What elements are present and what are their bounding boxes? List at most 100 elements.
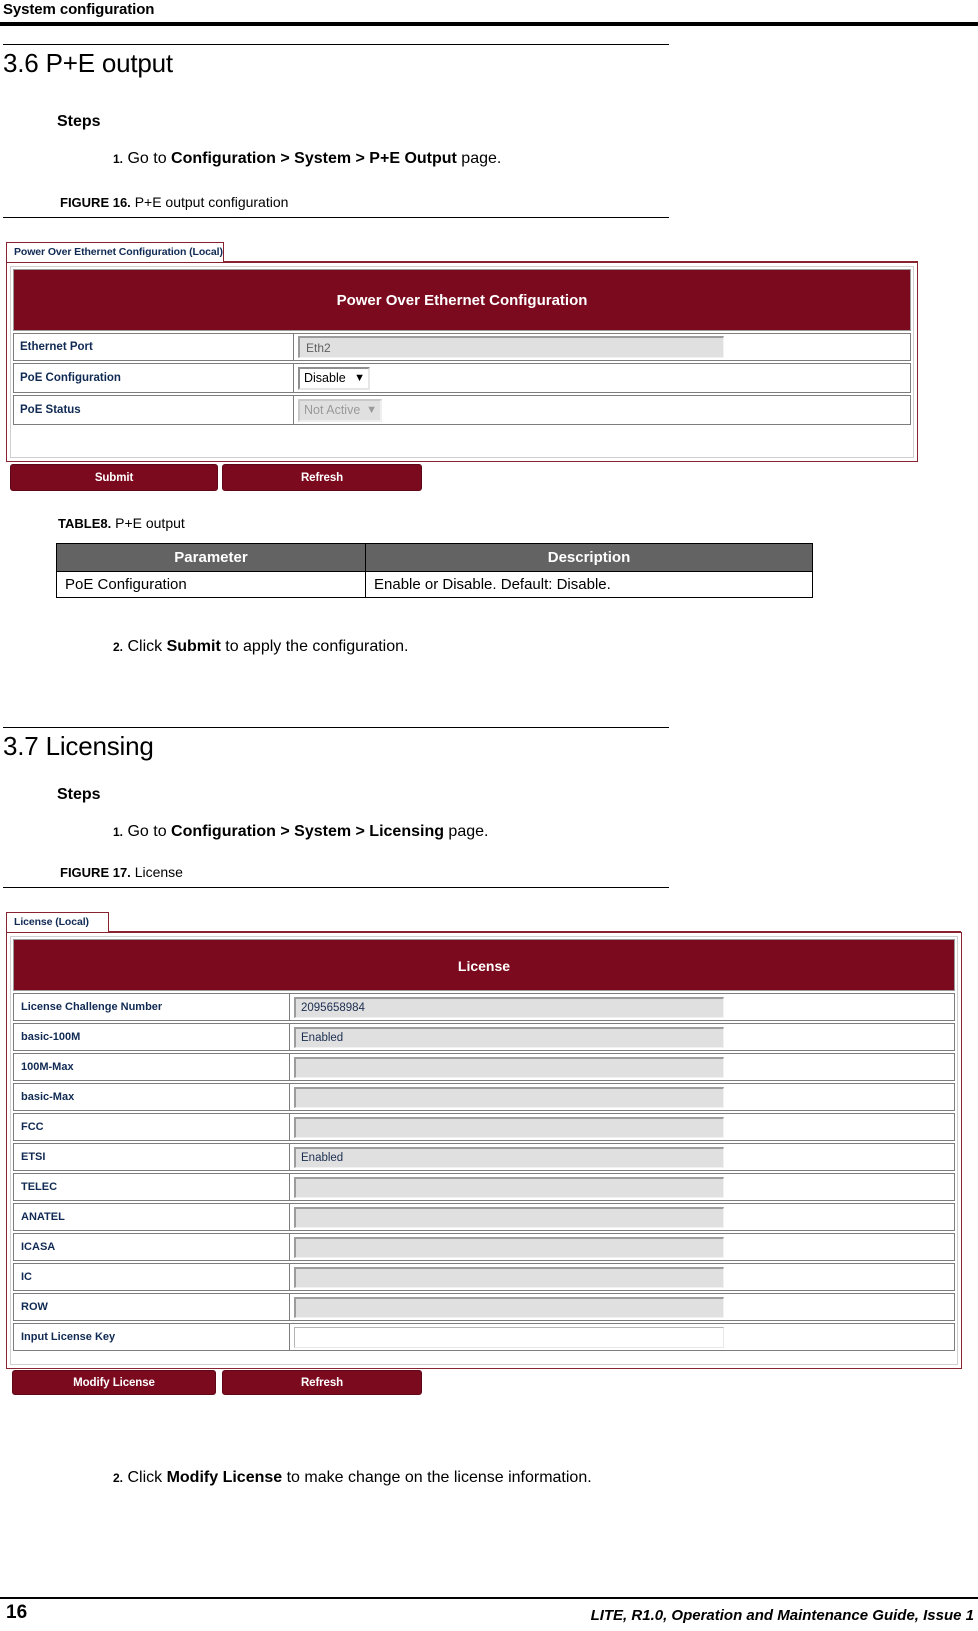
license-value-anatel (290, 1204, 954, 1230)
poe-value-ethernet-port: Eth2 (294, 334, 910, 360)
section-title-36: 3.6 P+E output (3, 48, 173, 79)
license-label-anatel: ANATEL (14, 1204, 290, 1230)
poe-label-ethernet-port: Ethernet Port (14, 334, 294, 360)
poe-panel-inner: Power Over Ethernet Configuration Ethern… (10, 266, 914, 458)
license-row-telec: TELEC (13, 1173, 955, 1201)
poe-parameter-table: Parameter Description PoE Configuration … (56, 543, 813, 598)
chevron-down-icon: ▼ (366, 403, 377, 416)
license-label-basic-100m: basic-100M (14, 1024, 290, 1050)
figure-caption-17: FIGURE 17. License (60, 864, 183, 880)
step-text-post: page. (456, 150, 502, 167)
poe-value-poe-configuration: Disable ▼ (294, 364, 910, 392)
column-header-parameter: Parameter (56, 543, 366, 572)
tab-power-over-ethernet-configuration[interactable]: Power Over Ethernet Configuration (Local… (6, 242, 224, 262)
cell-parameter: PoE Configuration (56, 571, 366, 598)
poe-label-poe-configuration: PoE Configuration (14, 364, 294, 392)
license-panel: License License Challenge Number 2095658… (6, 932, 962, 1369)
license-value-row (290, 1294, 954, 1320)
poe-row-poe-status: PoE Status Not Active ▼ (13, 395, 911, 425)
license-value-icasa (290, 1234, 954, 1260)
icasa-input (294, 1236, 724, 1258)
section-title-37: 3.7 Licensing (3, 731, 154, 762)
table-caption-8: TABLE8. P+E output (58, 515, 185, 531)
table-label: TABLE8. (58, 516, 112, 531)
input-license-key-field[interactable] (294, 1326, 724, 1348)
license-label-basic-max: basic-Max (14, 1084, 290, 1110)
license-row-etsi: ETSI Enabled (13, 1143, 955, 1171)
license-figure: License (Local) License License Challeng… (6, 912, 966, 1397)
poe-panel: Power Over Ethernet Configuration Ethern… (6, 262, 918, 462)
license-value-basic-100m: Enabled (290, 1024, 954, 1050)
license-row-input-license-key: Input License Key (13, 1323, 955, 1351)
tab-label: Power Over Ethernet Configuration (Local… (14, 246, 223, 258)
license-row-fcc: FCC (13, 1113, 955, 1141)
step-1-36: 1. Go to Configuration > System > P+E Ou… (113, 149, 501, 169)
license-panel-inner: License License Challenge Number 2095658… (10, 936, 958, 1365)
step-number: 2. (113, 640, 124, 654)
poe-row-poe-configuration: PoE Configuration Disable ▼ (13, 363, 911, 393)
steps-label-36: Steps (57, 113, 101, 130)
figure-rule-16 (3, 217, 669, 219)
anatel-input (294, 1206, 724, 1228)
license-label-telec: TELEC (14, 1174, 290, 1200)
license-value-basic-max (290, 1084, 954, 1110)
license-row-100m-max: 100M-Max (13, 1053, 955, 1081)
100m-max-input (294, 1056, 724, 1078)
etsi-input: Enabled (294, 1146, 724, 1168)
telec-input (294, 1176, 724, 1198)
basic-max-input (294, 1086, 724, 1108)
footer-page-number: 16 (6, 1602, 28, 1623)
license-label-ic: IC (14, 1264, 290, 1290)
step-text-bold: Modify License (166, 1469, 283, 1486)
step-2-36: 2. Click Submit to apply the configurati… (113, 637, 408, 657)
poe-panel-title: Power Over Ethernet Configuration (13, 269, 911, 331)
license-label-etsi: ETSI (14, 1144, 290, 1170)
figure-label: FIGURE 17. (60, 865, 131, 880)
step-text-pre: Click (127, 638, 167, 655)
step-text-bold: Configuration > System > P+E Output (171, 150, 457, 167)
license-tabstrip: License (Local) (6, 912, 966, 933)
running-header-title: System configuration (3, 1, 155, 18)
license-label-100m-max: 100M-Max (14, 1054, 290, 1080)
step-number: 1. (113, 825, 124, 839)
license-refresh-button[interactable]: Refresh (222, 1370, 422, 1395)
step-text-bold: Submit (166, 638, 221, 655)
poe-configuration-select[interactable]: Disable ▼ (298, 366, 370, 390)
poe-configuration-selected-value: Disable (304, 371, 346, 385)
modify-license-button[interactable]: Modify License (12, 1370, 216, 1395)
footer-guide-title: LITE, R1.0, Operation and Maintenance Gu… (590, 1607, 974, 1624)
footer-divider (0, 1597, 978, 1599)
submit-button[interactable]: Submit (10, 464, 218, 491)
table-caption-text: P+E output (115, 515, 185, 531)
refresh-button[interactable]: Refresh (222, 464, 422, 491)
license-value-telec (290, 1174, 954, 1200)
step-2-37: 2. Click Modify License to make change o… (113, 1468, 592, 1488)
poe-button-row: Submit Refresh (6, 464, 926, 492)
step-text-pre: Go to (127, 823, 172, 840)
figure-caption-16: FIGURE 16. P+E output configuration (60, 194, 288, 210)
section-heading-36: 3.6 P+E output (3, 44, 669, 79)
chevron-down-icon: ▼ (354, 371, 365, 384)
figure-caption-text: P+E output configuration (134, 194, 289, 210)
figure-label: FIGURE 16. (60, 195, 131, 210)
step-number: 1. (113, 152, 124, 166)
step-number: 2. (113, 1471, 124, 1485)
step-text-post: to apply the configuration. (220, 638, 409, 655)
figure-rule-17 (3, 887, 669, 889)
license-row-icasa: ICASA (13, 1233, 955, 1261)
license-row-anatel: ANATEL (13, 1203, 955, 1231)
poe-status-select: Not Active ▼ (298, 398, 382, 422)
tab-license[interactable]: License (Local) (6, 912, 109, 932)
license-row-ic: IC (13, 1263, 955, 1291)
figure-caption-text: License (134, 864, 183, 880)
table-header-row: Parameter Description (56, 543, 813, 572)
row-input (294, 1296, 724, 1318)
step-text-post: page. (443, 823, 489, 840)
license-value-100m-max (290, 1054, 954, 1080)
step-text-bold: Configuration > System > Licensing (171, 823, 444, 840)
license-row-license-challenge-number: License Challenge Number 2095658984 (13, 993, 955, 1021)
ic-input (294, 1266, 724, 1288)
license-value-input-license-key (290, 1324, 954, 1350)
header-divider (0, 22, 978, 26)
poe-label-poe-status: PoE Status (14, 396, 294, 424)
